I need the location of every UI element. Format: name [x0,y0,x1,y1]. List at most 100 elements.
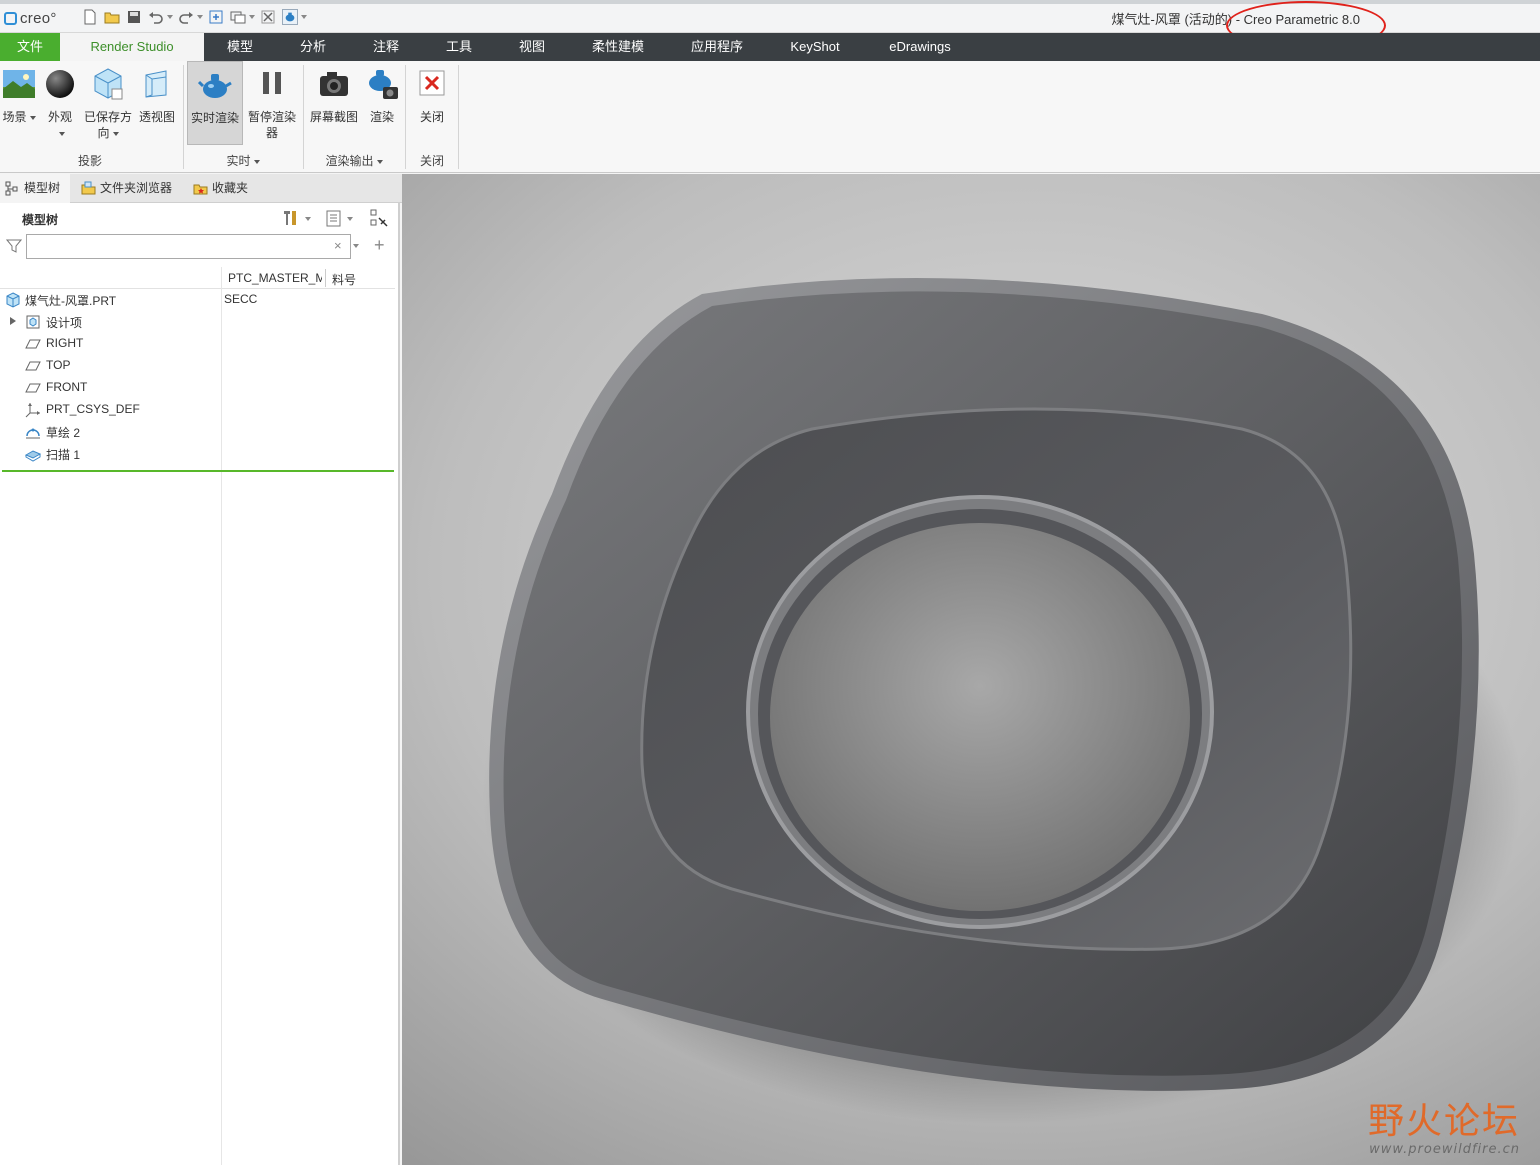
tree-item-design-items[interactable]: 设计项 [0,311,395,333]
windows-icon[interactable] [230,9,246,25]
pause-renderer-label: 暂停渲染器 [248,110,297,140]
tree-item-front[interactable]: FRONT [0,377,395,399]
redo-icon[interactable] [178,9,194,25]
group-label-render-output[interactable]: 渲染输出 [304,152,404,169]
group-label-projection: 投影 [77,154,102,168]
saved-orientation-button[interactable]: 已保存方向 [82,61,134,145]
tree-item-right[interactable]: RIGHT [0,333,395,355]
tree-item-label: 设计项 [46,316,83,330]
settings-dropdown-icon[interactable] [305,217,311,221]
add-column-icon[interactable]: + [374,235,385,256]
creo-logo-text: creo° [20,9,57,27]
panel-title: 模型树 [22,213,59,227]
appearance-icon [46,70,74,98]
clear-search-icon[interactable]: × [334,238,342,253]
render-icon [369,70,398,99]
tab-model[interactable]: 模型 [204,33,276,61]
search-dropdown-icon[interactable] [353,244,359,248]
group-separator [458,65,459,169]
tab-analysis[interactable]: 分析 [276,33,350,61]
tab-annotate[interactable]: 注释 [350,33,422,61]
tab-folder-browser[interactable]: 文件夹浏览器 [76,174,182,203]
chevron-down-icon [112,131,119,136]
watermark: 野火论坛 www.proewildfire.cn [1368,1102,1520,1158]
appearance-label: 外观 [47,110,72,124]
group-separator [183,65,184,169]
realtime-render-label: 实时渲染 [190,111,239,125]
pause-renderer-button[interactable]: 暂停渲染器 [245,61,299,145]
camera-icon [320,72,348,96]
tree-item-label: TOP [46,358,71,372]
settings-tools-icon[interactable] [280,208,300,228]
graphics-viewport[interactable]: 野火论坛 www.proewildfire.cn [402,174,1540,1165]
tab-applications[interactable]: 应用程序 [668,33,766,61]
group-label-realtime[interactable]: 实时 [186,152,300,169]
close-window-icon[interactable] [260,9,276,25]
realtime-render-button[interactable]: 实时渲染 [187,61,243,145]
render-button[interactable]: 渲染 [362,61,402,145]
tab-model-tree[interactable]: 模型树 [0,174,70,203]
close-render-studio-button[interactable]: 关闭 [410,61,454,145]
tree-item-label: 扫描 1 [46,448,81,462]
part-icon [6,292,20,308]
tab-render-studio[interactable]: Render Studio [60,33,204,61]
tab-flexible-modeling[interactable]: 柔性建模 [568,33,668,61]
scene-label: 场景 [2,110,27,124]
tree-item-sweep[interactable]: 扫描 1 [0,443,395,465]
tab-keyshot[interactable]: KeyShot [766,33,864,61]
perspective-icon [145,70,167,98]
watermark-url: www.proewildfire.cn [1369,1142,1520,1157]
tab-tools[interactable]: 工具 [422,33,496,61]
scene-icon [3,70,35,98]
tab-view[interactable]: 视图 [496,33,568,61]
tree-item-label: FRONT [46,380,88,394]
column-divider[interactable] [325,269,326,287]
show-list-icon[interactable] [324,208,344,228]
sweep-icon [25,450,41,462]
undo-dropdown-icon[interactable] [167,15,173,19]
save-icon[interactable] [126,9,142,25]
tab-file[interactable]: 文件 [0,33,60,61]
windows-dropdown-icon[interactable] [249,15,255,19]
scene-button[interactable]: 场景 [0,61,38,145]
model-tree-panel: 模型树 × + PTC_MASTER_M 料号 煤气灶-风罩.PRT SECC … [0,203,400,1165]
regenerate-icon[interactable] [208,9,224,25]
creo-logo: creo° [4,8,57,28]
model-tree-icon [5,181,18,196]
saved-orientation-icon [94,68,123,100]
redo-dropdown-icon[interactable] [197,15,203,19]
design-items-icon [26,315,40,329]
customize-toolbar-icon[interactable] [301,15,307,19]
tree-filter-settings-icon[interactable] [369,208,389,228]
open-folder-icon[interactable] [104,9,120,25]
appearance-button[interactable]: 外观 [40,61,80,145]
tree-item-sketch[interactable]: 草绘 2 [0,421,395,443]
search-input[interactable] [26,234,351,259]
new-file-icon[interactable] [82,9,98,25]
tree-insert-indicator[interactable] [2,470,394,472]
tab-edrawings[interactable]: eDrawings [864,33,976,61]
screenshot-button[interactable]: 屏幕截图 [307,61,361,145]
tab-favorites[interactable]: 收藏夹 [188,174,260,203]
datum-plane-icon [25,383,41,393]
tree-item-label: PRT_CSYS_DEF [46,402,140,416]
tree-item-part[interactable]: 煤气灶-风罩.PRT SECC [0,289,395,311]
realtime-render-icon [198,74,232,98]
ribbon: 场景 外观 已保存方向 透视图 投影 实时渲染 暂停渲染器 实时 屏幕截图 渲染… [0,61,1540,173]
render-studio-icon[interactable] [282,9,298,25]
undo-icon[interactable] [148,9,164,25]
column-header-part-number[interactable]: 料号 [332,271,356,288]
column-header-ptc-master[interactable]: PTC_MASTER_M [228,271,322,285]
saved-orientation-label: 已保存方向 [83,110,132,140]
navigator-tabs: 模型树 文件夹浏览器 收藏夹 [0,174,402,203]
expand-arrow-icon[interactable] [10,317,16,325]
screenshot-label: 屏幕截图 [309,110,358,124]
burner-opening [770,523,1190,911]
tree-item-csys[interactable]: PRT_CSYS_DEF [0,399,395,421]
render-label: 渲染 [369,110,394,124]
perspective-button[interactable]: 透视图 [136,61,178,145]
sketch-icon [26,428,40,439]
chevron-down-icon [58,131,65,136]
tree-item-top[interactable]: TOP [0,355,395,377]
show-dropdown-icon[interactable] [347,217,353,221]
